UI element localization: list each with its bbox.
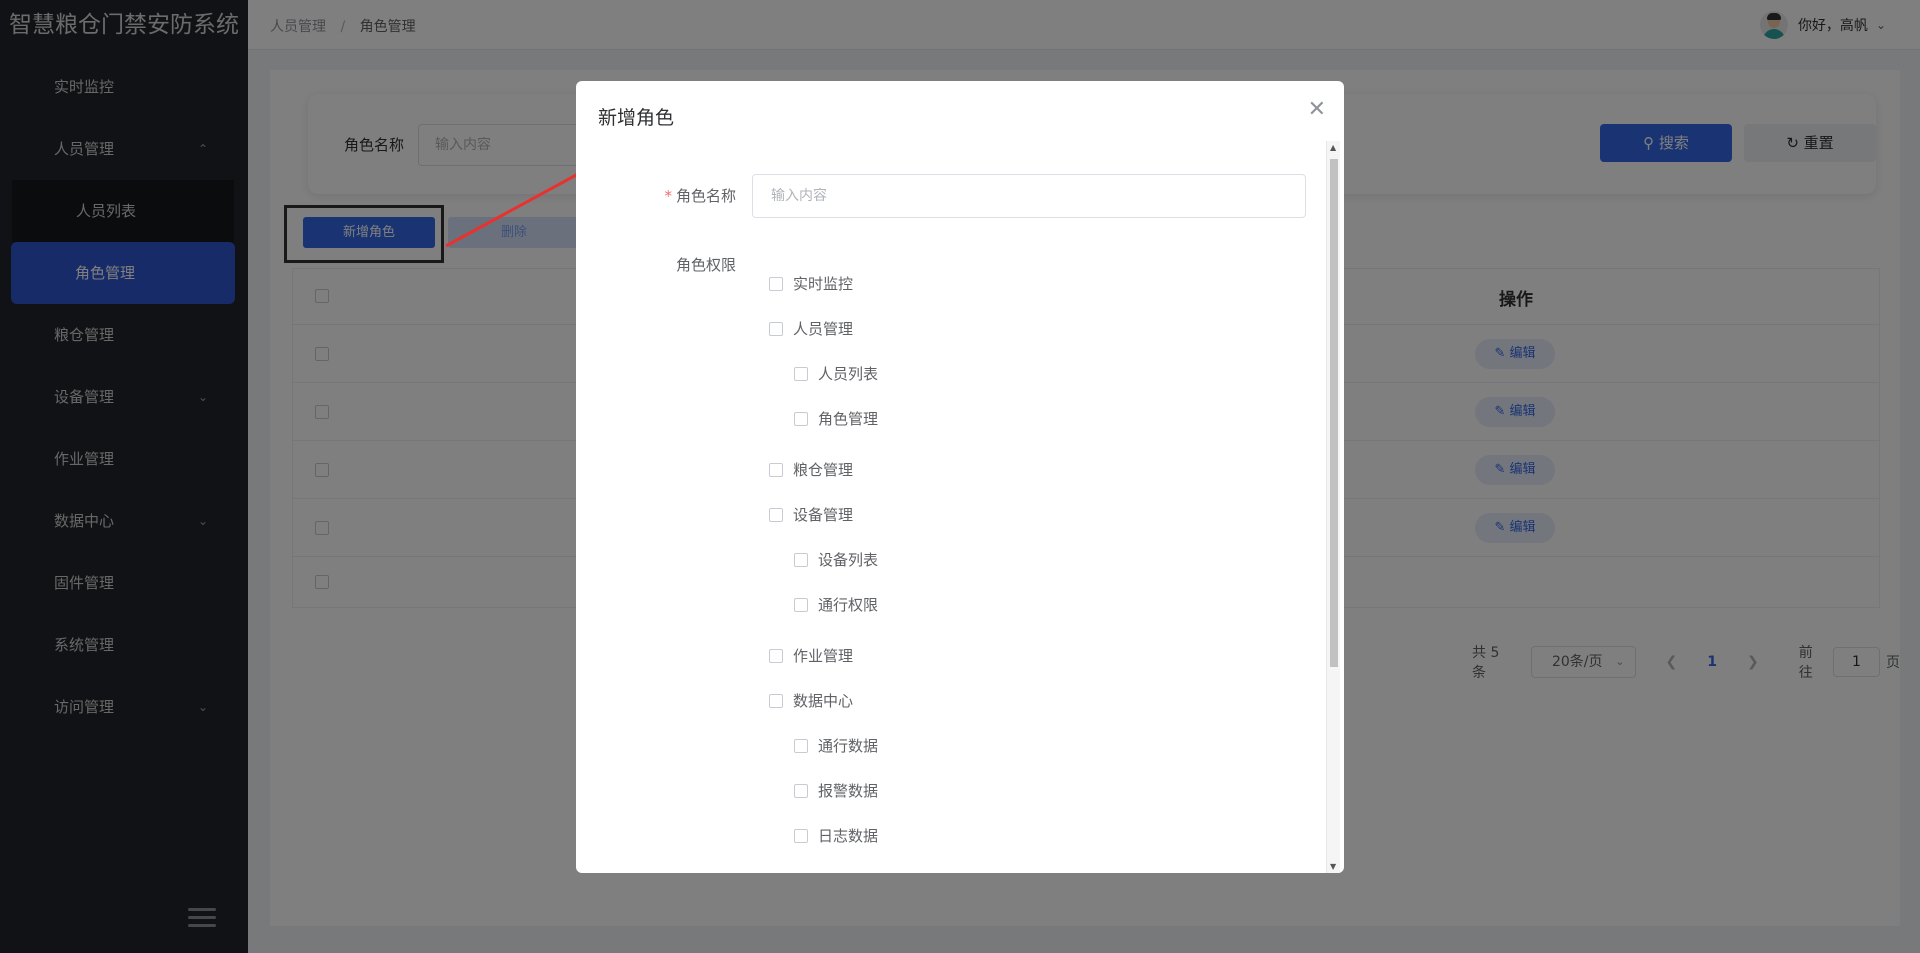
perm-label: 粮仓管理 (793, 461, 854, 479)
perm-label: 日志数据 (818, 827, 879, 845)
checkbox[interactable] (769, 322, 783, 336)
checkbox[interactable] (794, 784, 808, 798)
checkbox[interactable] (769, 463, 783, 477)
perm-label: 设备列表 (818, 551, 879, 569)
checkbox[interactable] (769, 277, 783, 291)
checkbox[interactable] (794, 412, 808, 426)
perm-label: 数据中心 (793, 692, 854, 710)
checkbox[interactable] (769, 694, 783, 708)
dialog-title: 新增角色 (598, 107, 675, 129)
perm-label: 通行数据 (818, 737, 879, 755)
perm-checkbox-granary[interactable]: 粮仓管理 (769, 460, 853, 480)
perm-checkbox-access-permission[interactable]: 通行权限 (794, 595, 878, 615)
role-permission-label: 角色权限 (675, 256, 736, 274)
perm-label: 作业管理 (793, 647, 854, 665)
perm-label: 通行权限 (818, 596, 879, 614)
add-role-dialog: 新增角色 ✕ * 角色名称 输入内容 角色权限 实时监控 人员管理 人员列表 角色… (576, 81, 1344, 873)
checkbox[interactable] (794, 739, 808, 753)
perm-checkbox-realtime-monitor[interactable]: 实时监控 (769, 274, 853, 294)
role-name-input[interactable]: 输入内容 (752, 174, 1306, 218)
perm-checkbox-personnel[interactable]: 人员管理 (769, 319, 853, 339)
perm-label: 设备管理 (793, 506, 854, 524)
perm-checkbox-log-data[interactable]: 日志数据 (794, 826, 878, 846)
perm-checkbox-device[interactable]: 设备管理 (769, 505, 853, 525)
perm-label: 报警数据 (818, 782, 879, 800)
perm-checkbox-alarm-data[interactable]: 报警数据 (794, 781, 878, 801)
perm-label: 角色管理 (818, 410, 879, 428)
checkbox[interactable] (794, 553, 808, 567)
dialog-body: * 角色名称 输入内容 角色权限 实时监控 人员管理 人员列表 角色管理 粮仓管理… (576, 141, 1344, 873)
scroll-up-icon[interactable]: ▲ (1330, 143, 1336, 152)
perm-checkbox-personnel-list[interactable]: 人员列表 (794, 364, 878, 384)
scrollbar-thumb[interactable] (1330, 159, 1338, 667)
perm-label: 人员管理 (793, 320, 854, 338)
close-icon[interactable]: ✕ (1308, 99, 1326, 121)
perm-checkbox-access-data[interactable]: 通行数据 (794, 736, 878, 756)
checkbox[interactable] (769, 508, 783, 522)
checkbox[interactable] (794, 829, 808, 843)
perm-checkbox-data-center[interactable]: 数据中心 (769, 691, 853, 711)
perm-label: 实时监控 (793, 275, 854, 293)
role-name-label: * 角色名称 (576, 185, 736, 206)
role-name-label-text: 角色名称 (675, 187, 736, 205)
checkbox[interactable] (794, 367, 808, 381)
perm-checkbox-role-management[interactable]: 角色管理 (794, 409, 878, 429)
perm-checkbox-device-list[interactable]: 设备列表 (794, 550, 878, 570)
scroll-down-icon[interactable]: ▼ (1330, 862, 1336, 871)
required-mark: * (664, 187, 672, 205)
checkbox[interactable] (769, 649, 783, 663)
checkbox[interactable] (794, 598, 808, 612)
dialog-scrollbar[interactable]: ▲ ▼ (1326, 141, 1340, 873)
perm-label: 人员列表 (818, 365, 879, 383)
perm-checkbox-operation[interactable]: 作业管理 (769, 646, 853, 666)
